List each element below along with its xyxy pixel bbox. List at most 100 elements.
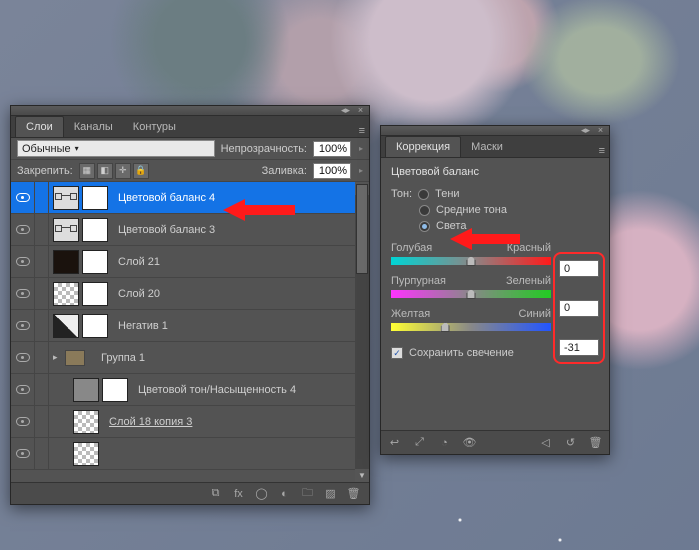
tab-masks[interactable]: Маски: [461, 137, 513, 157]
mask-icon[interactable]: ◯: [254, 486, 269, 501]
layer-row[interactable]: [11, 438, 369, 470]
layer-row[interactable]: Цветовой тон/Насыщенность 4: [11, 374, 369, 406]
visibility-toggle[interactable]: [11, 406, 35, 437]
tab-adjustments[interactable]: Коррекция: [385, 136, 461, 157]
caret-icon: ▾: [75, 144, 79, 153]
layer-row[interactable]: ▸ Группа 1: [11, 342, 369, 374]
lock-all-icon[interactable]: 🔒: [133, 163, 149, 179]
lock-position-icon[interactable]: ✛: [115, 163, 131, 179]
yellow-blue-value[interactable]: -31: [559, 339, 599, 356]
radio-midtones[interactable]: [419, 205, 430, 216]
panel-menu-icon[interactable]: ≡: [359, 125, 365, 137]
slider-track[interactable]: [391, 257, 551, 265]
layers-footer: ⧉ fx ◯ ◐ 🗀 ▨ 🗑: [11, 482, 369, 504]
layer-row[interactable]: Слой 21: [11, 246, 369, 278]
eye-icon: [16, 193, 30, 202]
layer-name[interactable]: Слой 20: [112, 288, 160, 300]
link-column: [35, 246, 49, 277]
visibility-toggle[interactable]: [11, 182, 35, 213]
cyan-red-value[interactable]: 0: [559, 260, 599, 277]
visibility-toggle[interactable]: [11, 246, 35, 277]
layer-row[interactable]: Цветовой баланс 3: [11, 214, 369, 246]
panel-tabs: Коррекция Маски ≡: [381, 136, 609, 158]
fill-label: Заливка:: [262, 165, 307, 177]
link-column: [35, 342, 49, 373]
close-icon[interactable]: ×: [356, 106, 365, 115]
layer-thumbnails: [69, 410, 103, 434]
magenta-green-value[interactable]: 0: [559, 300, 599, 317]
layer-name[interactable]: Цветовой тон/Насыщенность 4: [132, 384, 296, 396]
radio-shadows-label[interactable]: Тени: [435, 188, 459, 200]
radio-highlights-label[interactable]: Света: [436, 220, 466, 232]
clip-icon[interactable]: ◔: [437, 435, 452, 450]
group-twisty-icon[interactable]: ▸: [49, 352, 61, 363]
adjustments-footer: ↩ ⤢ ◔ 👁 ◁ ↺ 🗑: [381, 430, 609, 454]
back-icon[interactable]: ↩: [387, 435, 402, 450]
opacity-label: Непрозрачность:: [221, 143, 307, 155]
lock-buttons: ▦ ◧ ✛ 🔒: [79, 163, 149, 179]
visibility-toggle[interactable]: [11, 374, 35, 405]
layer-name[interactable]: Слой 18 копия 3: [103, 416, 192, 428]
radio-midtones-label[interactable]: Средние тона: [436, 204, 507, 216]
lock-transparency-icon[interactable]: ▦: [79, 163, 95, 179]
adjustments-panel: ◂▸ × Коррекция Маски ≡ Цветовой баланс Т…: [380, 125, 610, 455]
visibility-toggle[interactable]: [11, 310, 35, 341]
radio-shadows[interactable]: [418, 189, 429, 200]
slider-track[interactable]: [391, 323, 551, 331]
caret-icon[interactable]: ▸: [359, 166, 363, 175]
layer-name[interactable]: Цветовой баланс 4: [112, 192, 215, 204]
visibility-toggle[interactable]: [11, 278, 35, 309]
group-icon[interactable]: 🗀: [300, 486, 315, 501]
layer-row[interactable]: Цветовой баланс 4: [11, 182, 369, 214]
layer-row[interactable]: Слой 20: [11, 278, 369, 310]
layer-thumbnails: [69, 378, 132, 402]
slider-right-label: Синий: [519, 308, 551, 320]
scroll-down-icon[interactable]: ▼: [355, 469, 369, 482]
eye-icon: [16, 225, 30, 234]
slider-track[interactable]: [391, 290, 551, 298]
visibility-icon[interactable]: 👁: [462, 435, 477, 450]
visibility-toggle[interactable]: [11, 214, 35, 245]
layer-name[interactable]: Негатив 1: [112, 320, 168, 332]
tab-channels[interactable]: Каналы: [64, 117, 123, 137]
tab-paths[interactable]: Контуры: [123, 117, 186, 137]
layer-name[interactable]: Цветовой баланс 3: [112, 224, 215, 236]
panel-menu-icon[interactable]: ≡: [599, 145, 605, 157]
adjustment-icon[interactable]: ◐: [277, 486, 292, 501]
tab-layers[interactable]: Слои: [15, 116, 64, 137]
blend-mode-select[interactable]: Обычные ▾: [17, 140, 215, 157]
trash-icon[interactable]: 🗑: [346, 486, 361, 501]
layer-row[interactable]: Негатив 1: [11, 310, 369, 342]
previous-icon[interactable]: ◁: [538, 435, 553, 450]
fill-input[interactable]: 100%: [313, 163, 351, 179]
visibility-toggle[interactable]: [11, 342, 35, 373]
slider-right-label: Красный: [507, 242, 551, 254]
caret-icon[interactable]: ▸: [359, 144, 363, 153]
reset-icon[interactable]: ↺: [563, 435, 578, 450]
layer-name[interactable]: Группа 1: [95, 352, 145, 364]
values-highlight-box: 0 0 -31: [553, 252, 605, 364]
radio-highlights[interactable]: [419, 221, 430, 232]
layer-row[interactable]: Слой 18 копия 3: [11, 406, 369, 438]
close-icon[interactable]: ×: [596, 126, 605, 135]
link-column: [35, 310, 49, 341]
trash-icon[interactable]: 🗑: [588, 435, 603, 450]
collapse-icon[interactable]: ◂▸: [341, 106, 350, 115]
preserve-luminosity-checkbox[interactable]: ✓: [391, 347, 403, 359]
collapse-icon[interactable]: ◂▸: [581, 126, 590, 135]
opacity-input[interactable]: 100%: [313, 141, 351, 157]
panel-header[interactable]: ◂▸ ×: [11, 106, 369, 116]
scrollbar-thumb[interactable]: [356, 184, 368, 274]
layer-thumbnails: [61, 346, 95, 370]
link-icon[interactable]: ⧉: [208, 486, 223, 501]
layer-name[interactable]: Слой 21: [112, 256, 160, 268]
new-layer-icon[interactable]: ▨: [323, 486, 338, 501]
fx-icon[interactable]: fx: [231, 486, 246, 501]
visibility-toggle[interactable]: [11, 438, 35, 469]
scrollbar[interactable]: ▲ ▼: [355, 182, 369, 482]
expand-icon[interactable]: ⤢: [412, 435, 427, 450]
panel-header[interactable]: ◂▸ ×: [381, 126, 609, 136]
eye-icon: [16, 449, 30, 458]
lock-image-icon[interactable]: ◧: [97, 163, 113, 179]
panel-tabs: Слои Каналы Контуры ≡: [11, 116, 369, 138]
